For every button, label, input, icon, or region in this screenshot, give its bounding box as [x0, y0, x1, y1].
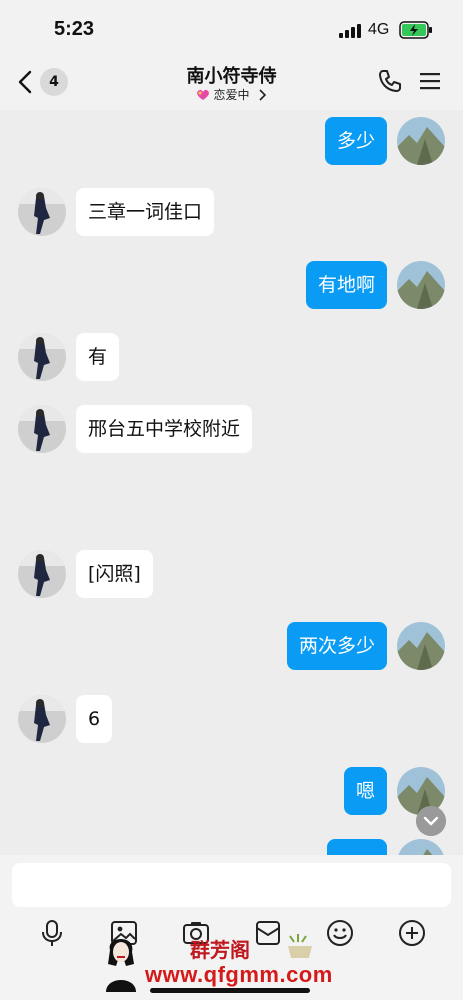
clock: 5:23: [54, 18, 95, 40]
back-arrow-icon[interactable]: [14, 68, 38, 96]
status-bar: 5:23 4G: [0, 0, 463, 60]
relationship-status[interactable]: 恋爱中: [100, 86, 363, 103]
mic-icon[interactable]: [37, 918, 67, 948]
site-watermark: 群芳阁 www.qfgmm.com: [100, 930, 370, 992]
outgoing-message[interactable]: 多少: [324, 117, 387, 165]
outgoing-message[interactable]: 有地啊: [305, 261, 387, 309]
unread-count-badge[interactable]: 4: [40, 68, 68, 96]
incoming-message[interactable]: 三章一词佳口: [76, 188, 215, 236]
contact-avatar[interactable]: [18, 405, 66, 453]
message-input[interactable]: [12, 863, 451, 907]
flash-photo-message[interactable]: [闪照]: [76, 550, 153, 598]
message-list[interactable]: 多少 三章一词佳口 有地啊 有 邢台五中学校附近 [闪照] 两次多少 6 嗯: [0, 110, 463, 855]
chevron-right-icon: [259, 88, 267, 101]
incoming-message[interactable]: 6: [76, 695, 113, 743]
network-type: 4G: [368, 21, 390, 38]
my-avatar[interactable]: [397, 261, 445, 309]
outgoing-message[interactable]: 嗯: [343, 767, 387, 815]
chat-title[interactable]: 南小符寺侍: [100, 62, 363, 88]
heart-status-icon: [196, 89, 209, 100]
my-avatar[interactable]: [397, 117, 445, 165]
phone-call-icon[interactable]: [377, 68, 403, 94]
plus-icon[interactable]: [397, 918, 427, 948]
outgoing-message[interactable]: 两次多少: [286, 622, 387, 670]
signal-icon: [339, 24, 361, 38]
watermark-figure-icon: [106, 939, 136, 992]
contact-avatar[interactable]: [18, 333, 66, 381]
incoming-message[interactable]: 有: [76, 333, 120, 381]
menu-icon[interactable]: [418, 70, 442, 92]
watermark-url: www.qfgmm.com: [145, 962, 333, 987]
my-avatar[interactable]: [397, 839, 445, 855]
relationship-status-label: 恋爱中: [213, 88, 250, 102]
battery-charging-icon: [399, 21, 432, 39]
home-indicator: [150, 988, 310, 993]
watermark-teacup-icon: [288, 934, 312, 958]
contact-avatar[interactable]: [18, 188, 66, 236]
incoming-message[interactable]: 邢台五中学校附近: [76, 405, 253, 453]
outgoing-message[interactable]: [327, 839, 387, 855]
chat-header: 4 南小符寺侍 恋爱中: [0, 60, 463, 110]
scroll-to-bottom-icon[interactable]: [416, 806, 446, 836]
watermark-title: 群芳阁: [190, 938, 250, 962]
contact-avatar[interactable]: [18, 695, 66, 743]
contact-avatar[interactable]: [18, 550, 66, 598]
my-avatar[interactable]: [397, 622, 445, 670]
